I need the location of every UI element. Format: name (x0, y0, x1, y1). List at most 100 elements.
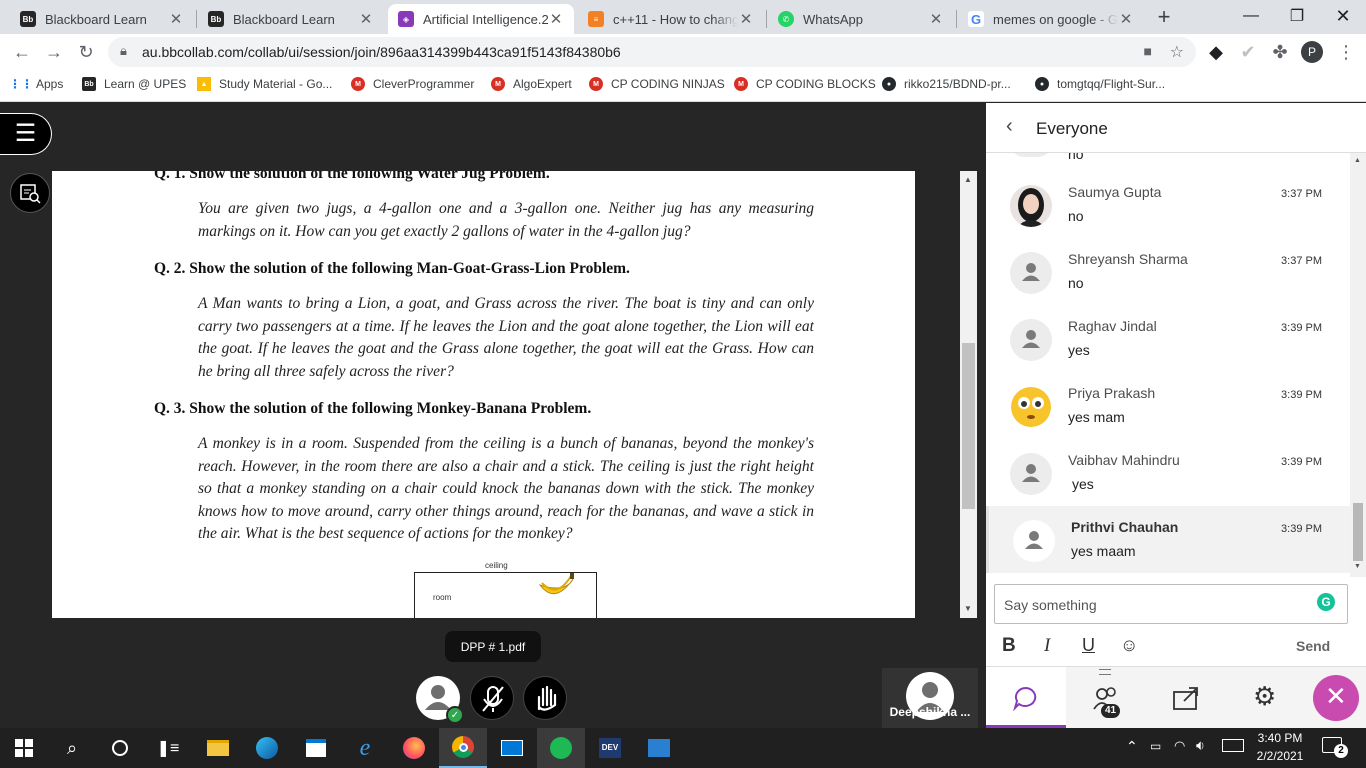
close-icon[interactable]: ✕ (738, 10, 754, 28)
clock-time[interactable]: 3:40 PM (1252, 731, 1308, 745)
extension-dolphin-icon[interactable]: ◆ (1204, 40, 1228, 64)
internet-explorer-icon[interactable]: e (341, 728, 389, 768)
bookmark-apps[interactable]: ⋮⋮ Apps (9, 77, 64, 91)
extension-check-icon[interactable]: ✔ (1236, 40, 1260, 64)
window-close-button[interactable]: ✕ (1320, 0, 1366, 32)
github-icon: ● (1035, 77, 1049, 91)
tab-settings[interactable]: ⚙ (1226, 667, 1306, 729)
wifi-icon[interactable]: ◠ (1174, 738, 1185, 754)
underline-button[interactable]: U (1082, 635, 1095, 656)
scrollbar-thumb[interactable] (962, 343, 975, 509)
camera-blocked-icon[interactable]: ■ (1144, 43, 1152, 59)
back-chevron-icon[interactable]: ‹ (1006, 115, 1013, 138)
content-inspect-button[interactable] (10, 173, 50, 213)
chrome-icon[interactable] (439, 728, 487, 768)
gmail-icon: M (734, 77, 748, 91)
session-menu-button[interactable]: ☰ (0, 113, 52, 155)
cortana-icon[interactable] (96, 728, 144, 768)
back-button[interactable]: ← (10, 40, 34, 64)
battery-icon[interactable]: ▭ (1150, 739, 1161, 753)
menu-kebab-icon[interactable]: ⋮ (1334, 40, 1358, 64)
tab-attendees[interactable]: 41 (1066, 667, 1146, 729)
maximize-button[interactable]: ❐ (1274, 0, 1320, 32)
store-icon[interactable] (292, 728, 340, 768)
tab-whatsapp[interactable]: ✆ WhatsApp ✕ (768, 4, 954, 34)
tab-share-content[interactable] (1146, 667, 1226, 729)
document-scrollbar[interactable]: ▲ ▼ (960, 171, 977, 618)
bookmark-cp-coding-blocks[interactable]: M CP CODING BLOCKS (734, 77, 876, 91)
hand-raise-button[interactable] (523, 676, 567, 720)
list-item: Raghav Jindal 3:39 PM yes (986, 305, 1350, 372)
clock-date[interactable]: 2/2/2021 (1252, 749, 1308, 763)
spotify-icon[interactable] (537, 728, 585, 768)
address-bar[interactable]: 🔒︎ au.bbcollab.com/collab/ui/session/joi… (108, 37, 1196, 67)
close-icon[interactable]: ✕ (928, 10, 944, 28)
minimize-button[interactable]: — (1228, 0, 1274, 32)
task-view-icon[interactable]: ❚≡ (144, 728, 192, 768)
dev-cpp-icon[interactable]: DEV (586, 728, 634, 768)
my-status-button[interactable]: ✓ (416, 676, 464, 724)
close-icon[interactable]: ✕ (1118, 10, 1134, 28)
close-icon[interactable]: ✕ (168, 10, 184, 28)
scroll-up-arrow-icon[interactable]: ▲ (1354, 157, 1361, 164)
figure-room-label: room (433, 593, 452, 602)
scroll-down-arrow-icon[interactable]: ▼ (964, 604, 972, 613)
video-editor-icon[interactable] (635, 728, 683, 768)
chat-scrollbar[interactable]: ▲ ▼ (1350, 153, 1366, 577)
bold-button[interactable]: B (1002, 635, 1016, 657)
scroll-down-arrow-icon[interactable]: ▼ (1354, 563, 1361, 570)
tab-blackboard-1[interactable]: Bb Blackboard Learn ✕ (10, 4, 194, 34)
profile-avatar[interactable]: P (1301, 41, 1323, 63)
bookmark-label: Apps (36, 77, 64, 91)
close-panel-button[interactable]: ✕ (1313, 675, 1359, 721)
tab-title: Blackboard Learn (45, 11, 147, 27)
italic-button[interactable]: I (1044, 635, 1050, 657)
keyboard-icon[interactable] (1222, 739, 1244, 752)
bookmark-algoexpert[interactable]: M AlgoExpert (491, 77, 572, 91)
mail-icon[interactable] (488, 728, 536, 768)
url-text[interactable]: au.bbcollab.com/collab/ui/session/join/8… (142, 44, 621, 60)
grammarly-icon[interactable]: G (1317, 593, 1335, 611)
emoji-add-icon[interactable]: ☺ (1120, 635, 1138, 656)
presenter-video-tile[interactable]: Deepshikha ... (882, 668, 978, 728)
new-tab-button[interactable]: + (1152, 6, 1176, 30)
search-icon[interactable]: ⌕ (48, 728, 96, 768)
scrollbar-thumb[interactable] (1353, 503, 1363, 561)
tab-blackboard-2[interactable]: Bb Blackboard Learn ✕ (198, 4, 384, 34)
close-icon[interactable]: ✕ (548, 10, 564, 28)
tray-overflow-chevron-icon[interactable]: ⌃ (1126, 738, 1138, 755)
banana-icon (538, 573, 574, 595)
bookmark-cp-coding-ninjas[interactable]: M CP CODING NINJAS (589, 77, 725, 91)
bookmark-label: Study Material - Go... (219, 77, 333, 91)
microphone-button[interactable] (470, 676, 514, 720)
bookmark-github-rikko[interactable]: ● rikko215/BDND-pr... (882, 77, 1011, 91)
tab-chat[interactable] (986, 667, 1066, 729)
scroll-up-arrow-icon[interactable]: ▲ (964, 175, 972, 184)
tab-artificial-intelligence[interactable]: ◈ Artificial Intelligence.20 ✕ (388, 4, 574, 34)
bookmark-star-icon[interactable]: ☆ (1170, 42, 1184, 62)
extensions-puzzle-icon[interactable]: ✤ (1268, 40, 1292, 64)
send-button[interactable]: Send (1296, 638, 1330, 654)
question-2-text: A Man wants to bring a Lion, a goat, and… (198, 295, 814, 380)
volume-icon[interactable]: 🔉︎ (1196, 737, 1205, 754)
forward-button[interactable]: → (42, 40, 66, 64)
bookmark-github-tomgtqq[interactable]: ● tomgtqq/Flight-Sur... (1035, 77, 1165, 91)
message-time: 3:39 PM (1281, 456, 1322, 468)
tab-stackoverflow[interactable]: ≡ c++11 - How to change ✕ (578, 4, 764, 34)
chat-input[interactable]: Say something G (994, 584, 1348, 624)
firefox-icon[interactable] (390, 728, 438, 768)
bookmark-label: Learn @ UPES (104, 77, 187, 91)
sender-name: Vaibhav Mahindru (1068, 452, 1180, 468)
edge-icon[interactable] (243, 728, 291, 768)
bookmark-cleverprogrammer[interactable]: M CleverProgrammer (351, 77, 474, 91)
sender-name: Priya Prakash (1068, 385, 1156, 401)
file-explorer-icon[interactable] (194, 728, 242, 768)
bookmark-study-material[interactable]: ▲ Study Material - Go... (197, 77, 332, 91)
gmail-icon: M (351, 77, 365, 91)
bookmark-learn-upes[interactable]: Bb Learn @ UPES (82, 77, 186, 91)
tab-google[interactable]: G memes on google - Go ✕ (958, 4, 1144, 34)
reload-button[interactable]: ↻ (74, 40, 98, 64)
close-icon[interactable]: ✕ (358, 10, 374, 28)
start-button[interactable] (0, 728, 48, 768)
sender-name: Raghav Jindal (1068, 318, 1157, 334)
